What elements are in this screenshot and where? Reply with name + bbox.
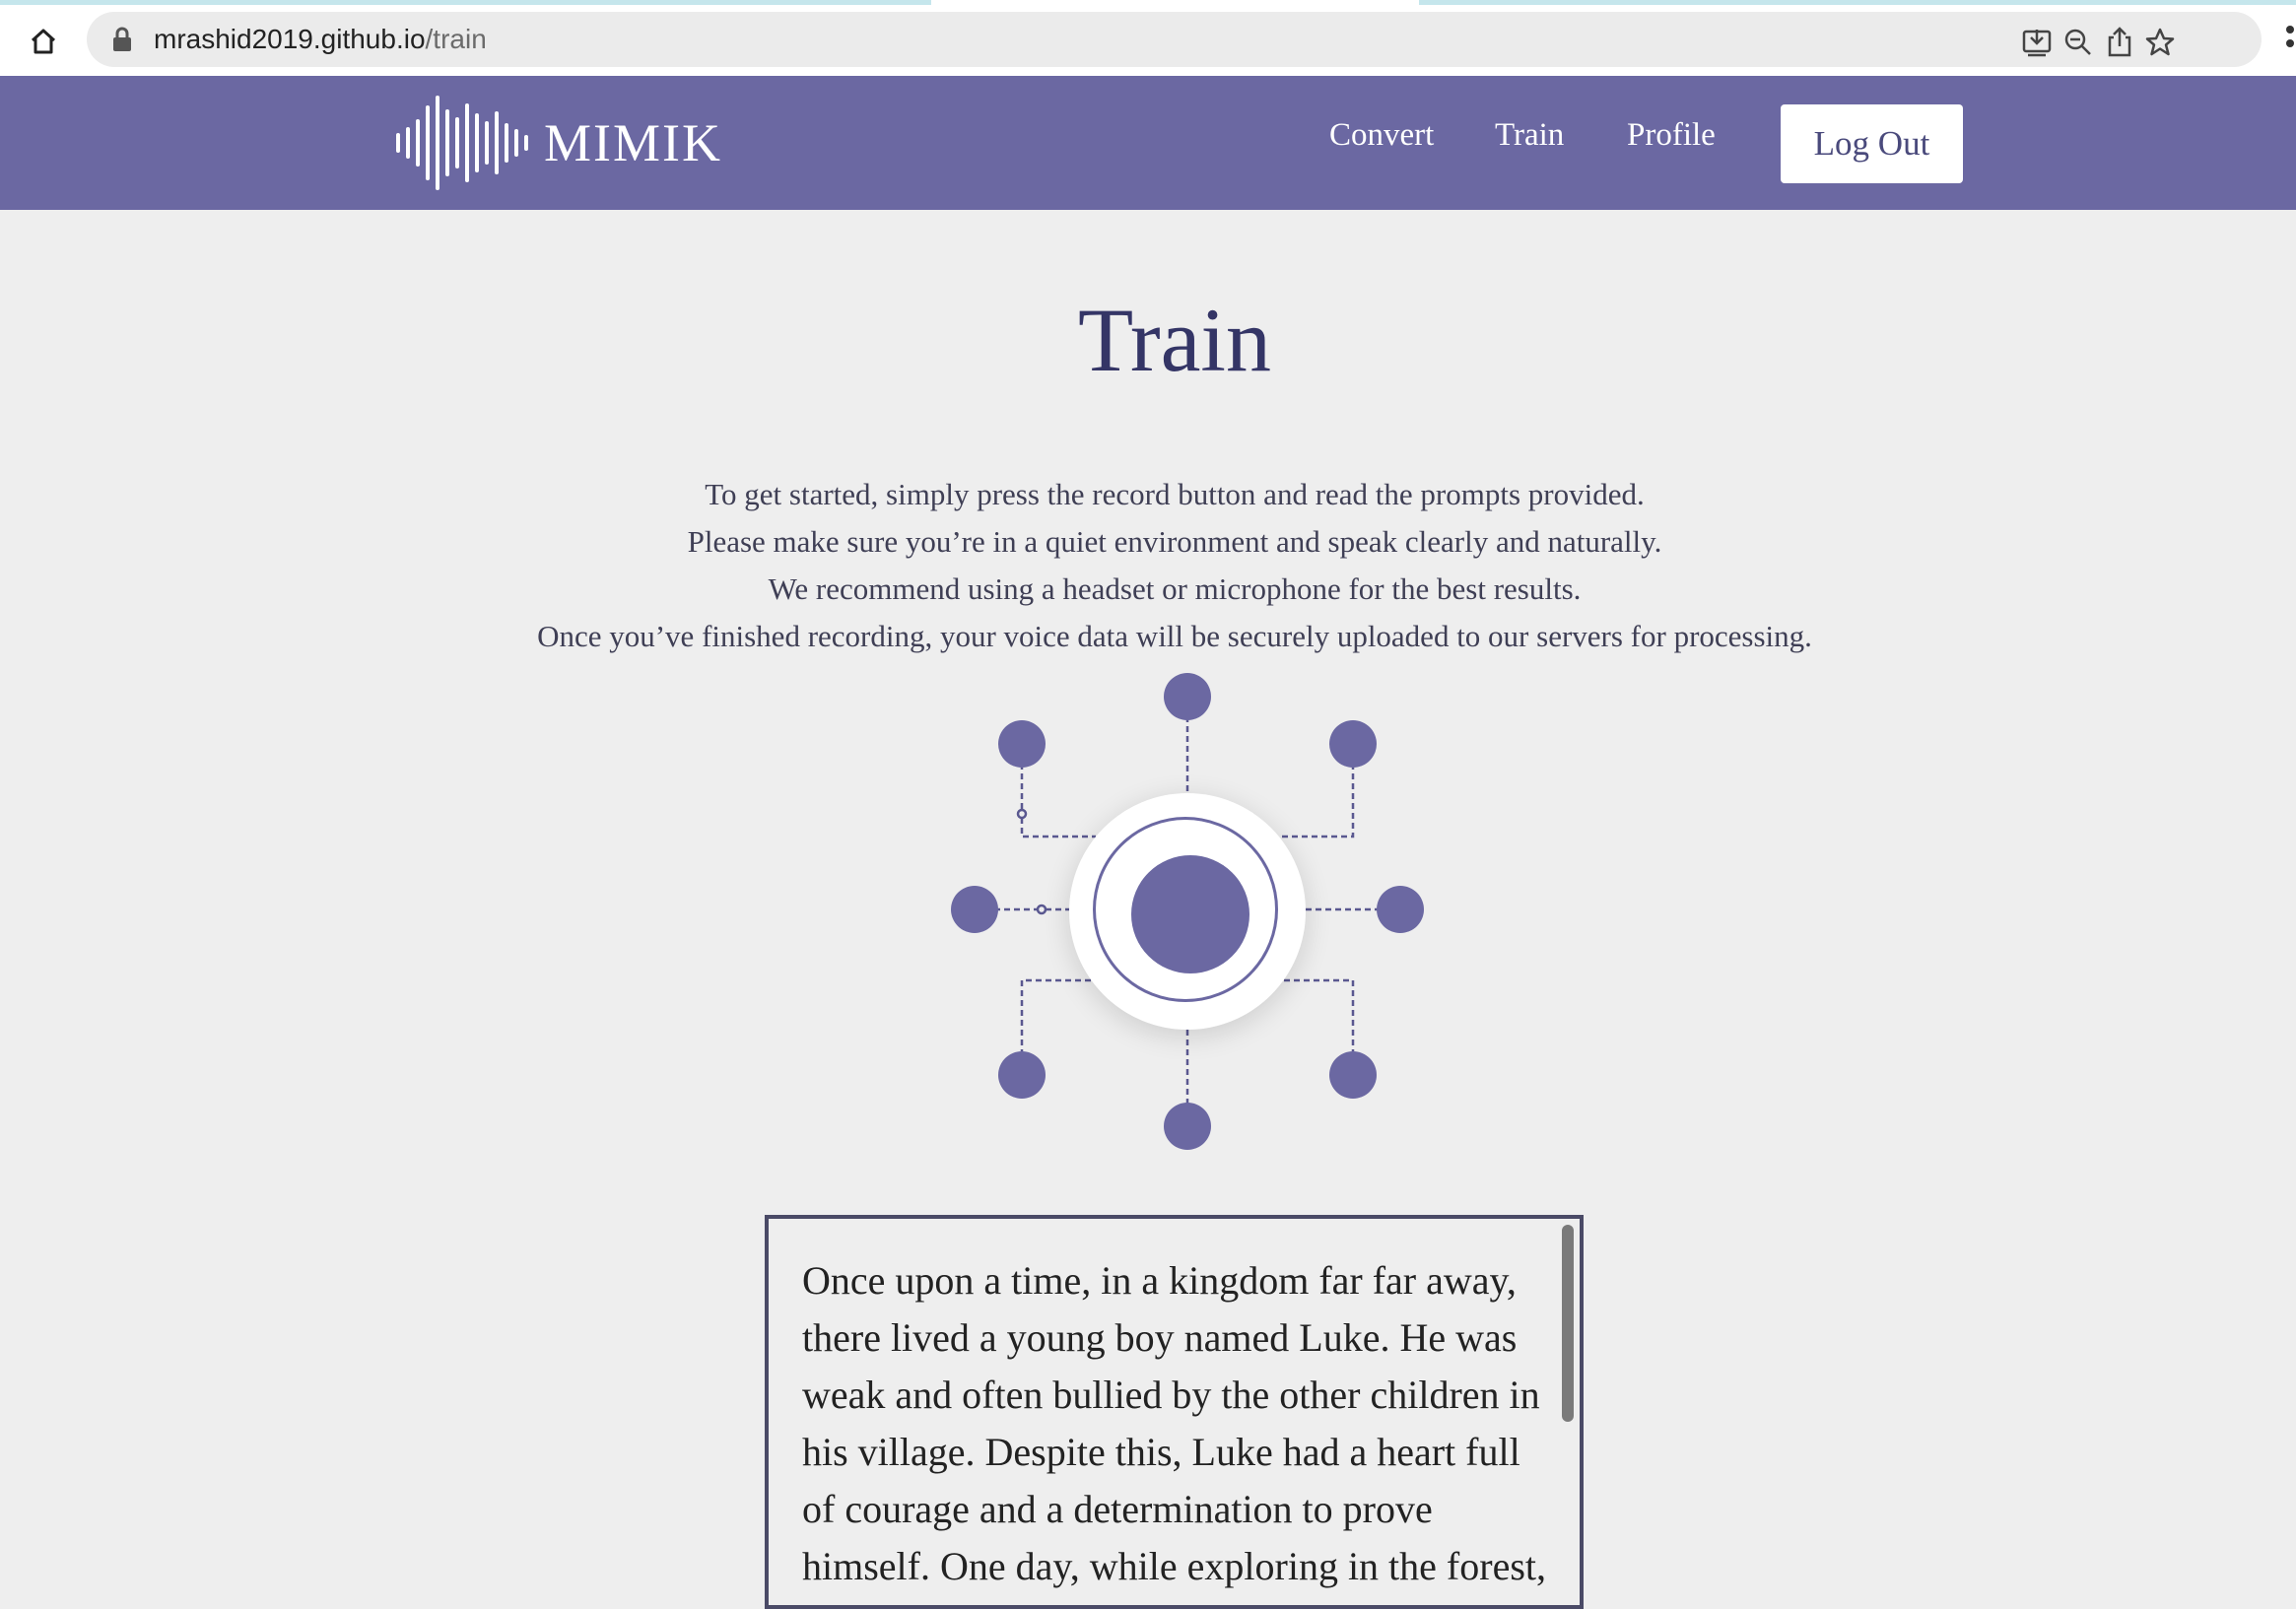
node-dot xyxy=(1164,673,1211,720)
menu-icon[interactable] xyxy=(2284,20,2296,59)
logout-button[interactable]: Log Out xyxy=(1781,104,1963,183)
prompt-box[interactable]: Once upon a time, in a kingdom far far a… xyxy=(765,1215,1584,1609)
intro-line: Once you’ve finished recording, your voi… xyxy=(537,619,1812,653)
bookmark-star-icon[interactable] xyxy=(2143,26,2177,59)
download-icon[interactable] xyxy=(2020,26,2054,59)
node-dot xyxy=(998,720,1046,768)
nav-convert[interactable]: Convert xyxy=(1329,115,1434,155)
nav-train[interactable]: Train xyxy=(1495,115,1564,155)
node-dot xyxy=(998,1051,1046,1099)
recorder-graphic xyxy=(946,670,1429,1153)
record-button[interactable] xyxy=(1069,793,1306,1030)
share-icon[interactable] xyxy=(2103,26,2136,59)
intro-line: We recommend using a headset or micropho… xyxy=(768,571,1582,606)
intro-text: To get started, simply press the record … xyxy=(0,471,2296,660)
record-dot-icon xyxy=(1131,855,1249,973)
node-dot xyxy=(1329,1051,1377,1099)
waveform-logo-icon xyxy=(396,96,528,190)
intro-line: To get started, simply press the record … xyxy=(705,477,1645,511)
url-host: mrashid2019.github.io xyxy=(154,24,426,54)
browser-toolbar: mrashid2019.github.io/train xyxy=(0,6,2296,76)
logo-text: MIMIK xyxy=(544,113,722,172)
nav-profile[interactable]: Profile xyxy=(1627,115,1716,155)
record-ring xyxy=(1093,817,1278,1002)
url-text[interactable]: mrashid2019.github.io/train xyxy=(154,23,487,56)
prompt-scrollbar[interactable] xyxy=(1562,1225,1574,1422)
node-dot xyxy=(951,886,998,933)
lock-icon xyxy=(110,27,134,52)
zoom-out-icon[interactable] xyxy=(2061,26,2095,59)
address-bar[interactable]: mrashid2019.github.io/train xyxy=(87,12,2262,67)
site-header: MIMIK Convert Train Profile Log Out xyxy=(0,76,2296,210)
logo[interactable]: MIMIK xyxy=(394,94,722,192)
url-path: /train xyxy=(425,24,487,54)
node-dot xyxy=(1377,886,1424,933)
node-dot xyxy=(1329,720,1377,768)
prompt-text: Once upon a time, in a kingdom far far a… xyxy=(802,1258,1546,1605)
node-dot xyxy=(1164,1103,1211,1150)
page-title: Train xyxy=(1078,290,1271,390)
home-icon[interactable] xyxy=(22,22,65,61)
intro-line: Please make sure you’re in a quiet envir… xyxy=(687,524,1662,559)
